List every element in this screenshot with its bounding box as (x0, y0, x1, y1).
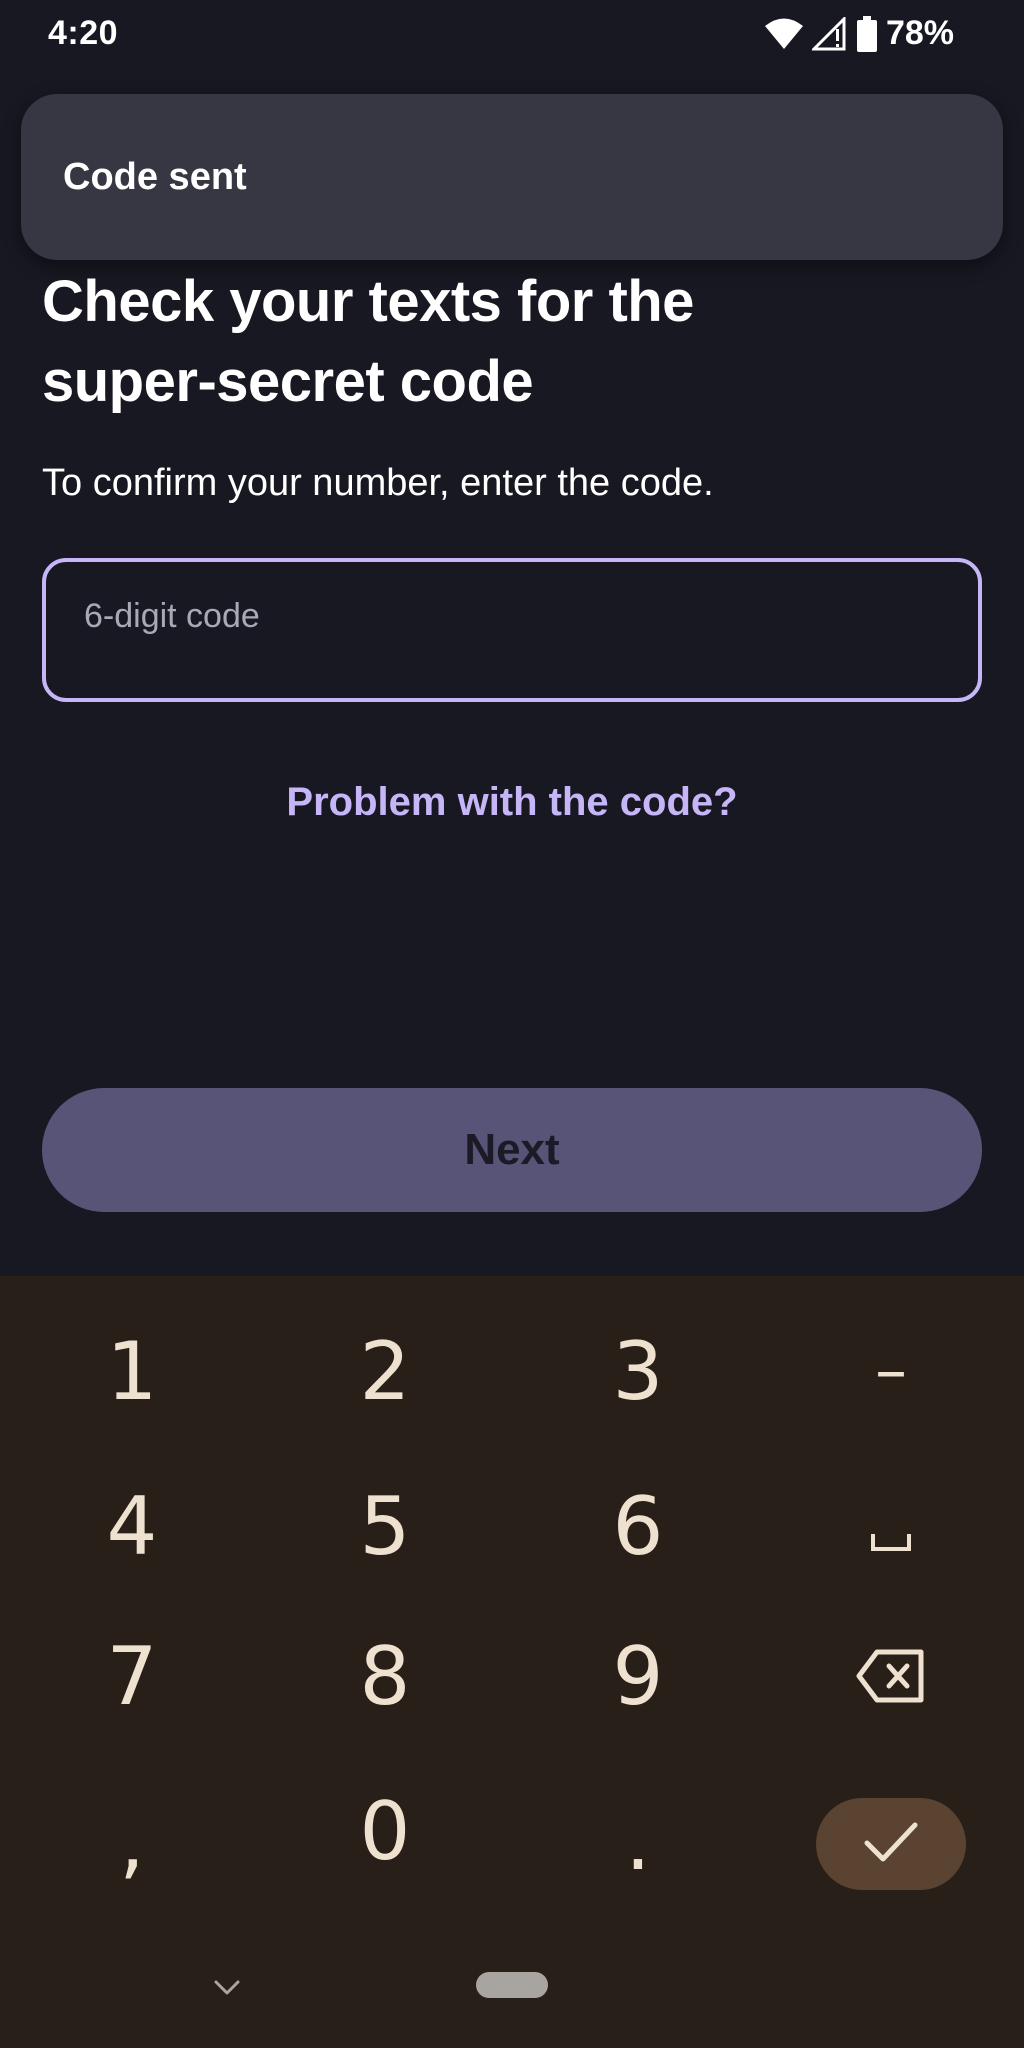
key-3[interactable]: 3 (538, 1306, 738, 1436)
space-icon (869, 1480, 913, 1573)
code-field[interactable] (42, 558, 982, 702)
key-dash[interactable]: – (791, 1306, 991, 1436)
battery-percent: 78% (885, 14, 954, 52)
key-5[interactable]: 5 (285, 1461, 485, 1591)
key-period[interactable]: . (538, 1776, 738, 1906)
enter-key[interactable] (816, 1798, 966, 1890)
status-icons: 78% (764, 14, 954, 53)
cell-signal-icon (811, 16, 848, 51)
problem-with-code-link[interactable]: Problem with the code? (0, 780, 1024, 825)
key-6[interactable]: 6 (538, 1461, 738, 1591)
backspace-icon (855, 1630, 927, 1723)
key-backspace[interactable] (791, 1611, 991, 1741)
key-7[interactable]: 7 (32, 1611, 232, 1741)
battery-icon (856, 15, 878, 52)
page-title-line-2: super-secret code (42, 349, 534, 414)
key-4[interactable]: 4 (32, 1461, 232, 1591)
page-title-line-1: Check your texts for the (42, 269, 694, 334)
key-1[interactable]: 1 (32, 1306, 232, 1436)
key-comma[interactable]: , (32, 1776, 232, 1906)
screen: 4:20 78% Code sent Check your texts for … (0, 0, 1024, 2048)
instruction-text: To confirm your number, enter the code. (42, 462, 714, 504)
status-bar: 4:20 78% (0, 0, 1024, 72)
key-0[interactable]: 0 (285, 1766, 485, 1896)
key-space[interactable] (791, 1461, 991, 1591)
wifi-icon (764, 17, 804, 51)
chevron-down-icon[interactable] (212, 1972, 242, 2002)
checkmark-icon (863, 1821, 919, 1868)
key-2[interactable]: 2 (285, 1306, 485, 1436)
next-button[interactable]: Next (42, 1088, 982, 1212)
numeric-keyboard: 1 2 3 – 4 5 6 7 8 9 , 0 . (0, 1276, 1024, 2048)
code-sent-toast: Code sent (21, 94, 1003, 260)
toast-text: Code sent (63, 155, 247, 198)
key-9[interactable]: 9 (538, 1611, 738, 1741)
key-8[interactable]: 8 (285, 1611, 485, 1741)
code-input[interactable] (84, 586, 924, 646)
navigation-handle[interactable] (476, 1972, 548, 1998)
page-title: Check your texts for the super-secret co… (42, 262, 982, 422)
status-time: 4:20 (48, 14, 119, 52)
